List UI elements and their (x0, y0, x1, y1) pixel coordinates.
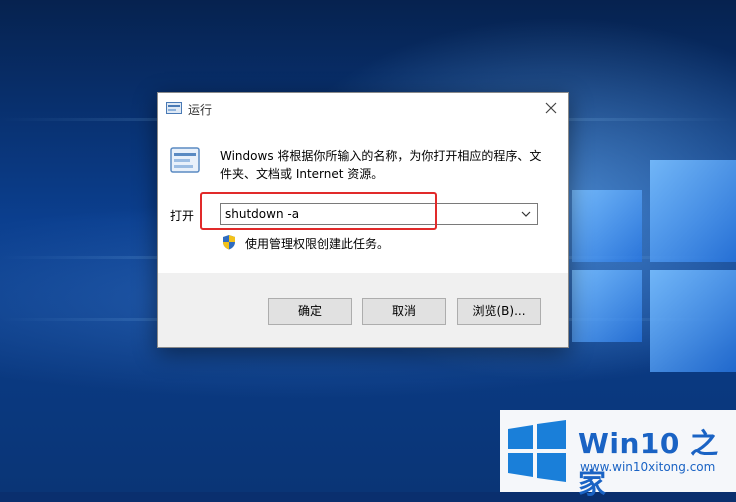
run-icon (166, 102, 182, 114)
command-value[interactable]: shutdown -a (225, 207, 299, 221)
dropdown-arrow-icon[interactable] (519, 207, 533, 221)
admin-note: 使用管理权限创建此任务。 (245, 237, 390, 251)
open-label: 打开 (170, 209, 195, 223)
run-icon (170, 147, 200, 173)
brand-url: www.win10xitong.com (580, 460, 716, 474)
cancel-button[interactable]: 取消 (362, 298, 446, 325)
windows-logo-icon (508, 420, 566, 482)
ok-button[interactable]: 确定 (268, 298, 352, 325)
desktop-windows-logo (566, 150, 736, 400)
watermark: Win10 之家 www.win10xitong.com (500, 410, 736, 500)
description-text: Windows 将根据你所输入的名称，为你打开相应的程序、文件夹、文档或 Int… (220, 149, 542, 181)
dialog-title: 运行 (188, 103, 213, 117)
browse-button[interactable]: 浏览(B)... (457, 298, 541, 325)
dialog-body: Windows 将根据你所输入的名称，为你打开相应的程序、文件夹、文档或 Int… (158, 123, 568, 273)
title-bar[interactable]: 运行 (158, 93, 568, 123)
uac-shield-icon (223, 235, 235, 250)
close-icon[interactable] (540, 98, 562, 118)
command-input[interactable]: shutdown -a (220, 203, 538, 225)
run-dialog: 运行 Windows 将根据你所输入的名称，为你打开相应的程序、文件夹、文档或 … (157, 92, 569, 348)
